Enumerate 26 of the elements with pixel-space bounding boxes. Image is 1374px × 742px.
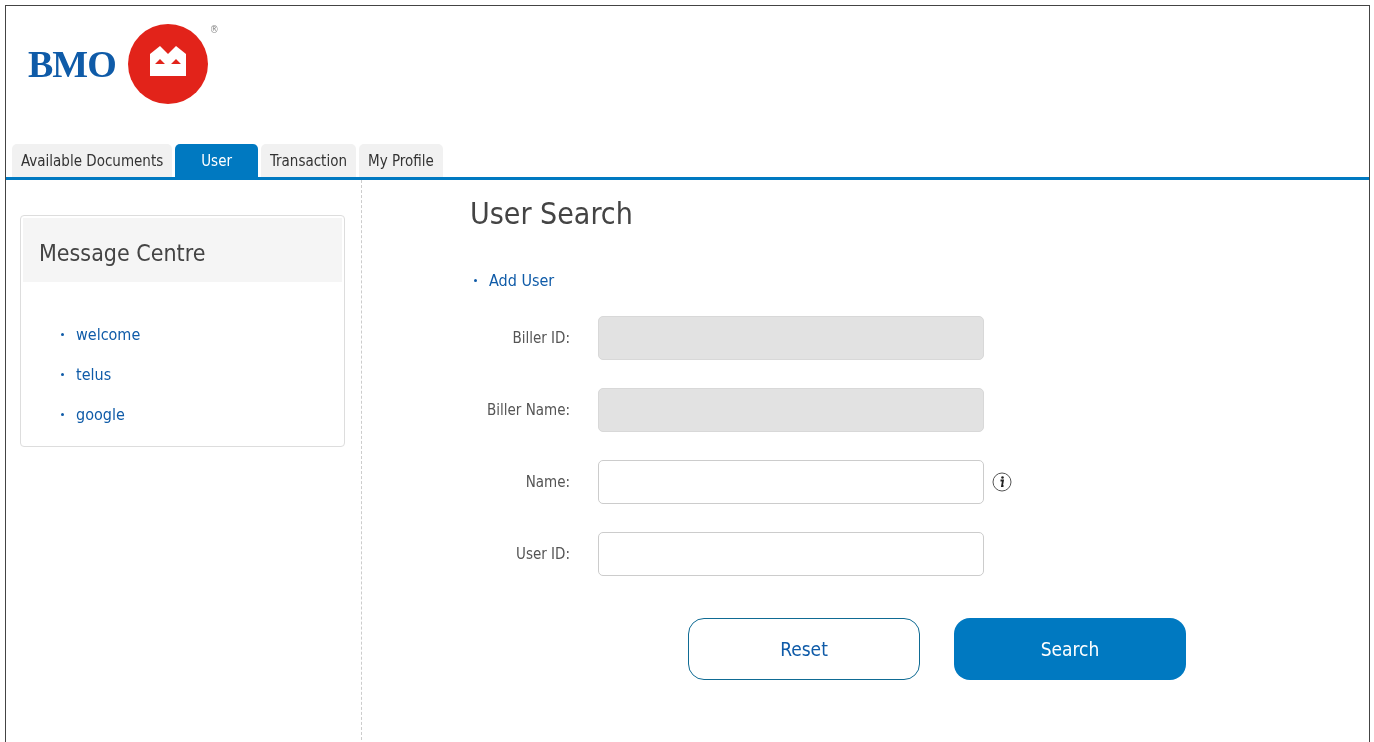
bullet-icon: [61, 372, 64, 376]
bullet-icon: [474, 279, 477, 282]
bullet-icon: [61, 332, 64, 336]
panel-title: Message Centre: [39, 240, 206, 266]
nav-tab[interactable]: Available Documents: [12, 144, 173, 177]
message-link[interactable]: google: [76, 404, 125, 424]
logo-wordmark: BMO: [28, 42, 116, 86]
field-label: User ID:: [515, 545, 570, 563]
field-label: Biller ID:: [511, 329, 570, 347]
bullet-icon: [61, 412, 64, 416]
nav-tab[interactable]: My Profile: [359, 144, 443, 177]
field-label: Biller Name:: [486, 401, 570, 419]
logo-roundel-icon: [127, 24, 208, 104]
nav-tab[interactable]: User: [175, 144, 258, 177]
field-label: Name:: [524, 473, 570, 491]
info-icon[interactable]: [992, 472, 1012, 492]
page-title: User Search: [470, 196, 634, 231]
nav-tab[interactable]: Transaction: [261, 144, 356, 177]
registered-mark: ®: [209, 24, 219, 35]
message-link[interactable]: welcome: [76, 324, 141, 344]
input-field[interactable]: [598, 460, 984, 504]
add-user-link[interactable]: Add User: [489, 271, 555, 290]
search-button[interactable]: Search: [954, 618, 1186, 680]
input-field[interactable]: [598, 532, 984, 576]
reset-button[interactable]: Reset: [688, 618, 920, 680]
message-link[interactable]: telus: [76, 364, 112, 384]
